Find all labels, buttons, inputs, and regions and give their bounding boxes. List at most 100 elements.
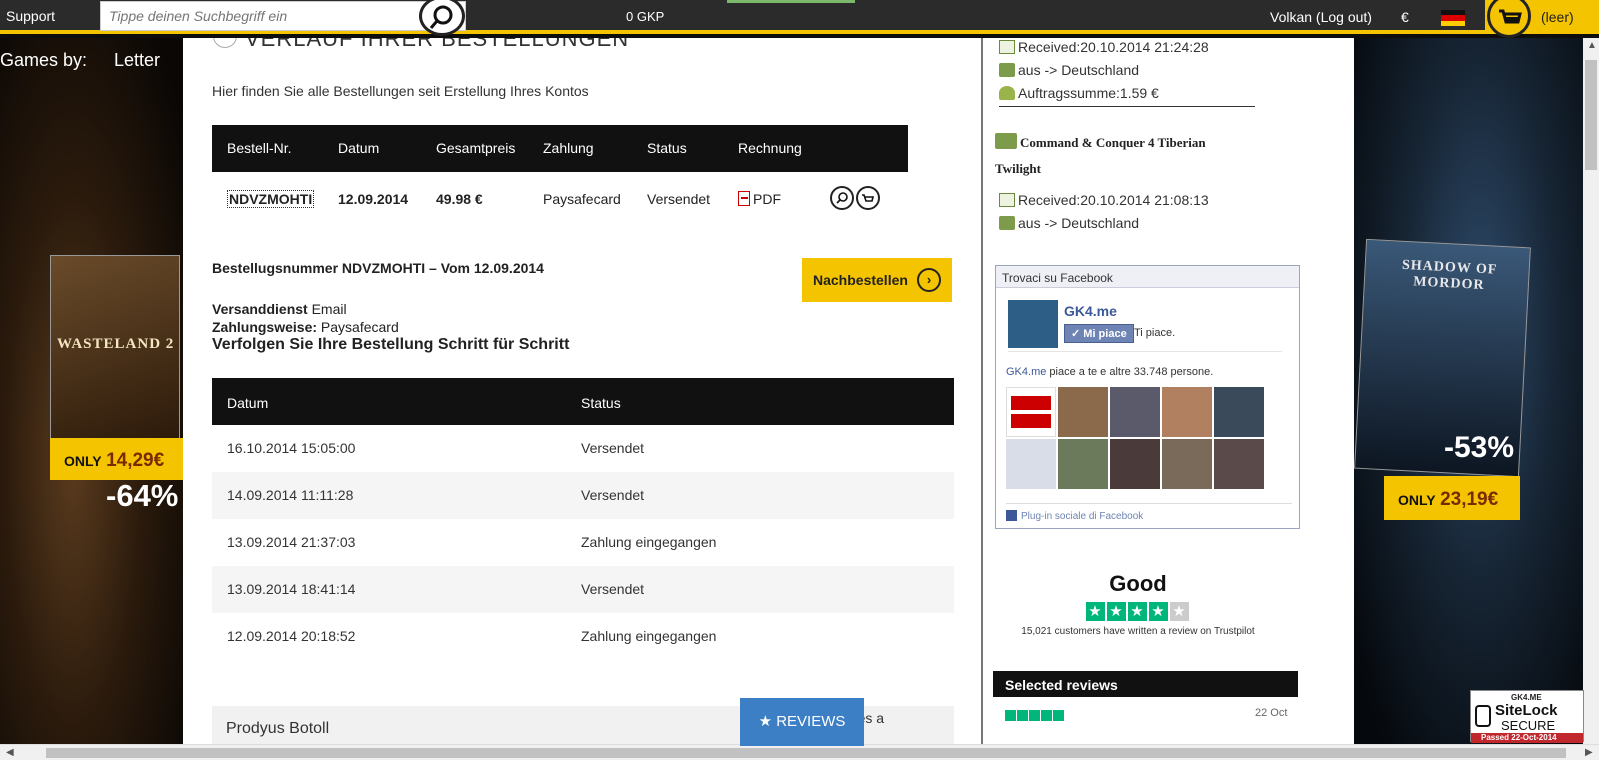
payment-label: Zahlungsweise: xyxy=(212,319,318,335)
top-bar: Support 0 GKP Volkan (Log out) € (leer) xyxy=(0,0,1599,38)
letter-filter[interactable]: Letter xyxy=(114,50,160,71)
selected-reviews-header: Selected reviews xyxy=(993,671,1298,697)
like-label: Mi piace xyxy=(1083,328,1127,340)
avatar[interactable] xyxy=(1058,387,1108,437)
sitelock-site: GK4.ME xyxy=(1511,693,1542,702)
horizontal-scrollbar[interactable]: ◀ ▶ xyxy=(0,744,1599,760)
facebook-count-link[interactable]: GK4.me xyxy=(1006,366,1046,378)
reorder-label: Nachbestellen xyxy=(813,272,908,288)
reorder-button[interactable]: Nachbestellen › xyxy=(802,258,952,302)
german-flag-icon[interactable] xyxy=(1441,10,1465,26)
avatar[interactable] xyxy=(1214,387,1264,437)
count-text: piace a te e altre 33.748 persone. xyxy=(1049,366,1214,378)
calendar-icon xyxy=(999,40,1015,54)
reviews-button[interactable]: ★ REVIEWS xyxy=(740,698,864,746)
order-number[interactable]: NDVZMOHTI xyxy=(227,190,315,208)
first-order-sum: Auftragssumme:1.59 € xyxy=(999,85,1159,101)
star-empty-icon: ★ xyxy=(1169,602,1189,621)
first-order-route: aus -> Deutschland xyxy=(999,62,1139,78)
first-order-received: Received:20.10.2014 21:24:28 xyxy=(999,39,1209,55)
scroll-left-icon[interactable]: ◀ xyxy=(6,747,14,758)
vertical-scrollbar[interactable]: ▲ xyxy=(1583,38,1599,744)
search-input[interactable] xyxy=(101,2,401,30)
col-date: Datum xyxy=(338,140,380,156)
currency-selector[interactable]: € xyxy=(1401,9,1409,25)
truck-icon xyxy=(999,216,1015,230)
scrollbar-thumb[interactable] xyxy=(1585,60,1597,170)
money-bag-icon xyxy=(999,86,1015,100)
table-row[interactable]: NDVZMOHTI 12.09.2014 49.98 € Paysafecard… xyxy=(212,172,908,228)
games-by-label: Games by: xyxy=(0,50,88,70)
scroll-up-icon[interactable]: ▲ xyxy=(1587,40,1597,51)
trustpilot-widget[interactable]: Good ★ ★ ★ ★ ★ 15,021 customers have written… xyxy=(983,571,1293,637)
payment-info: Zahlungsweise: Paysafecard xyxy=(212,319,399,335)
sidebar: Received:20.10.2014 21:24:28 aus -> Deut… xyxy=(981,38,1354,744)
pdf-icon xyxy=(738,191,750,206)
history-date: 16.10.2014 15:05:00 xyxy=(227,440,356,456)
gk4-logo[interactable] xyxy=(1008,300,1058,348)
history-table-header: Datum Status xyxy=(212,378,954,425)
avatar[interactable] xyxy=(1006,439,1056,489)
cart-button[interactable]: (leer) xyxy=(1485,0,1599,38)
trustpilot-count: 15,021 customers have written a review o… xyxy=(1021,626,1255,637)
products-section-title: Prodyus Botoll xyxy=(226,720,330,737)
box-title-right: SHADOW OF MORDOR xyxy=(1401,257,1498,294)
magnifier-icon xyxy=(836,192,848,204)
order-status: Versendet xyxy=(647,191,711,207)
lock-icon xyxy=(1475,705,1491,727)
facebook-widget: Trovaci su Facebook GK4.me ✓ Mi piace Ti… xyxy=(995,265,1300,529)
search-box xyxy=(100,0,466,36)
cart-status: (leer) xyxy=(1541,9,1574,25)
avatar[interactable] xyxy=(1006,387,1056,437)
sum-text: Auftragssumme:1.59 € xyxy=(1018,85,1159,101)
title-icon xyxy=(213,38,237,48)
green-indicator xyxy=(727,0,855,3)
intro-text: Hier finden Sie alle Bestellungen seit E… xyxy=(212,83,589,99)
facebook-header: Trovaci su Facebook xyxy=(996,266,1299,288)
second-order-received: Received:20.10.2014 21:08:13 xyxy=(999,192,1209,208)
star-icon: ★ xyxy=(1148,602,1168,621)
avatar[interactable] xyxy=(1110,439,1160,489)
avatar[interactable] xyxy=(1162,439,1212,489)
second-order-title[interactable]: Command & Conquer 4 Tiberian Twilight xyxy=(995,130,1245,182)
chevron-right-icon: › xyxy=(917,268,941,292)
invoice-pdf-link[interactable]: PDF xyxy=(738,191,781,207)
scroll-right-icon[interactable]: ▶ xyxy=(1585,747,1593,758)
review-stars xyxy=(1005,708,1065,726)
support-link[interactable]: Support xyxy=(6,8,55,24)
left-price-badge: ONLY 14,29€ xyxy=(50,438,183,480)
avatar[interactable] xyxy=(1214,439,1264,489)
avatar[interactable] xyxy=(1110,387,1160,437)
history-status: Versendet xyxy=(581,581,645,597)
table-row: 13.09.2014 18:41:14 Versendet xyxy=(212,566,954,613)
history-status: Versendet xyxy=(581,487,645,503)
user-logout-link[interactable]: Volkan (Log out) xyxy=(1270,9,1372,25)
sitelock-badge[interactable]: GK4.ME SiteLock SECURE Passed 22-Oct-201… xyxy=(1470,690,1584,743)
reorder-cart-button[interactable] xyxy=(856,186,880,210)
wasteland-box-art: WASTELAND 2 xyxy=(50,255,180,440)
cart-green-icon xyxy=(995,133,1017,149)
order-history-table: Datum Status 16.10.2014 15:05:00 Versende… xyxy=(212,378,954,660)
avatar[interactable] xyxy=(1162,387,1212,437)
left-ad-banner[interactable]: WASTELAND 2 ONLY 14,29€ -64% xyxy=(0,38,183,744)
trustpilot-stars: ★ ★ ★ ★ ★ xyxy=(1085,602,1191,621)
box-title: WASTELAND 2 xyxy=(57,336,175,352)
sitelock-brand: SiteLock xyxy=(1495,702,1558,719)
history-date: 12.09.2014 20:18:52 xyxy=(227,628,356,644)
right-ad-banner[interactable]: SHADOW OF MORDOR -53% ONLY 23,19€ xyxy=(1354,38,1583,744)
view-order-button[interactable] xyxy=(830,186,854,210)
star-icon: ★ xyxy=(1085,602,1105,621)
orders-table-header: Bestell-Nr. Datum Gesamtpreis Zahlung St… xyxy=(212,125,908,172)
avatar[interactable] xyxy=(1058,439,1108,489)
sitelock-secure: SECURE xyxy=(1501,718,1556,733)
right-discount: -53% xyxy=(1444,431,1515,464)
search-icon xyxy=(429,5,453,29)
scrollbar-thumb[interactable] xyxy=(46,748,1566,758)
facebook-page-name[interactable]: GK4.me xyxy=(1064,303,1117,319)
order-detail-heading: Bestellugsnummer NDVZMOHTI – Vom 12.09.2… xyxy=(212,260,544,276)
received-text: Received:20.10.2014 21:08:13 xyxy=(1018,192,1209,208)
shipping-info: Versanddienst Email xyxy=(212,301,347,317)
trustpilot-rating: Good xyxy=(1109,571,1167,596)
search-button[interactable] xyxy=(419,0,465,36)
facebook-like-button[interactable]: ✓ Mi piace xyxy=(1064,324,1134,343)
